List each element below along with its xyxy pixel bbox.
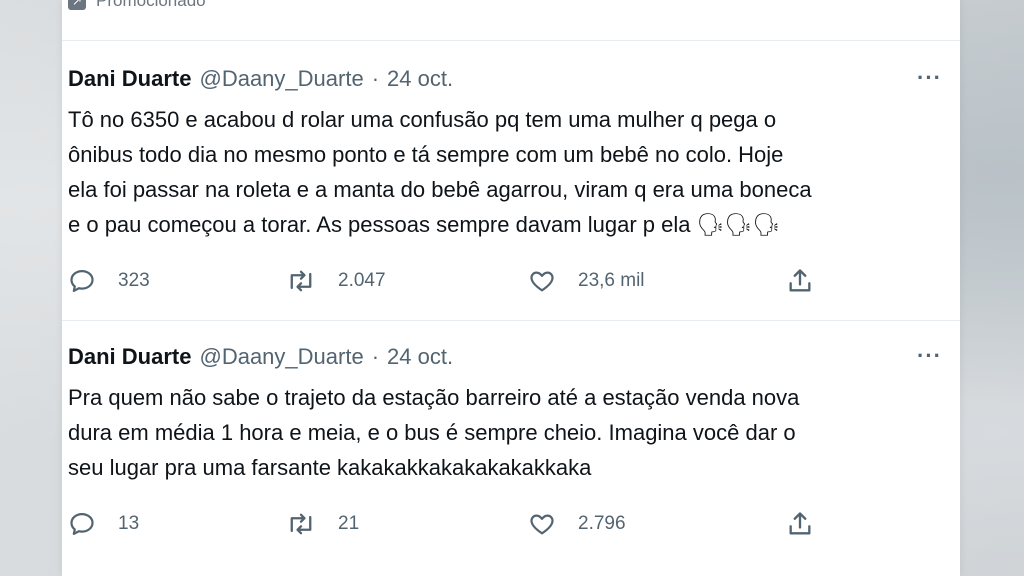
more-options-icon[interactable]: ···: [917, 345, 942, 367]
reply-count: 13: [118, 513, 140, 534]
tweet-actions: 323 2.047 23,6 mil: [68, 267, 942, 297]
tweet-2[interactable]: Dani Duarte @Daany_Duarte · 24 oct. ··· …: [68, 344, 942, 536]
author-handle[interactable]: @Daany_Duarte: [199, 344, 363, 370]
author-name[interactable]: Dani Duarte: [68, 344, 191, 370]
retweet-icon: [290, 270, 312, 292]
reply-icon: [70, 512, 94, 536]
share-icon: [789, 512, 811, 535]
like-button[interactable]: 2.796: [528, 510, 626, 538]
tweet-text: Tô no 6350 e acabou d rolar uma confusão…: [68, 107, 812, 237]
retweet-icon: [290, 513, 312, 535]
heart-icon: [530, 271, 554, 292]
retweet-button[interactable]: 2.047: [286, 267, 386, 295]
retweet-count: 21: [338, 513, 360, 534]
separator-dot: ·: [371, 66, 380, 91]
more-options-icon[interactable]: ···: [917, 67, 942, 89]
like-count: 23,6 mil: [578, 270, 645, 291]
reply-icon: [70, 269, 94, 293]
retweet-button[interactable]: 21: [286, 510, 359, 538]
reply-button[interactable]: 13: [68, 510, 139, 538]
author-handle[interactable]: @Daany_Duarte: [199, 66, 363, 92]
promoted-label: ↗ Promocionado: [68, 0, 206, 12]
retweet-count: 2.047: [338, 270, 386, 291]
tweet-date[interactable]: 24 oct.: [387, 66, 453, 92]
promoted-text: Promocionado: [96, 0, 206, 10]
tweet-card: ↗ Promocionado Dani Duarte @Daany_Duarte…: [62, 0, 960, 576]
separator-dot: ·: [371, 344, 380, 369]
like-count: 2.796: [578, 513, 626, 534]
tweet-text: Pra quem não sabe o trajeto da estação b…: [68, 385, 800, 480]
divider: [62, 320, 960, 321]
reply-count: 323: [118, 270, 150, 291]
tweet-header: Dani Duarte @Daany_Duarte · 24 oct.: [68, 66, 942, 96]
tweet-actions: 13 21 2.796: [68, 510, 942, 540]
promoted-icon: ↗: [68, 0, 86, 10]
author-name[interactable]: Dani Duarte: [68, 66, 191, 92]
tweet-date[interactable]: 24 oct.: [387, 344, 453, 370]
share-button[interactable]: [786, 510, 814, 538]
like-button[interactable]: 23,6 mil: [528, 267, 645, 295]
share-icon: [789, 269, 811, 292]
reply-button[interactable]: 323: [68, 267, 150, 295]
tweet-1[interactable]: Dani Duarte @Daany_Duarte · 24 oct. ··· …: [68, 66, 942, 293]
heart-icon: [530, 514, 554, 535]
share-button[interactable]: [786, 267, 814, 295]
tweet-header: Dani Duarte @Daany_Duarte · 24 oct.: [68, 344, 942, 374]
divider: [62, 40, 960, 41]
